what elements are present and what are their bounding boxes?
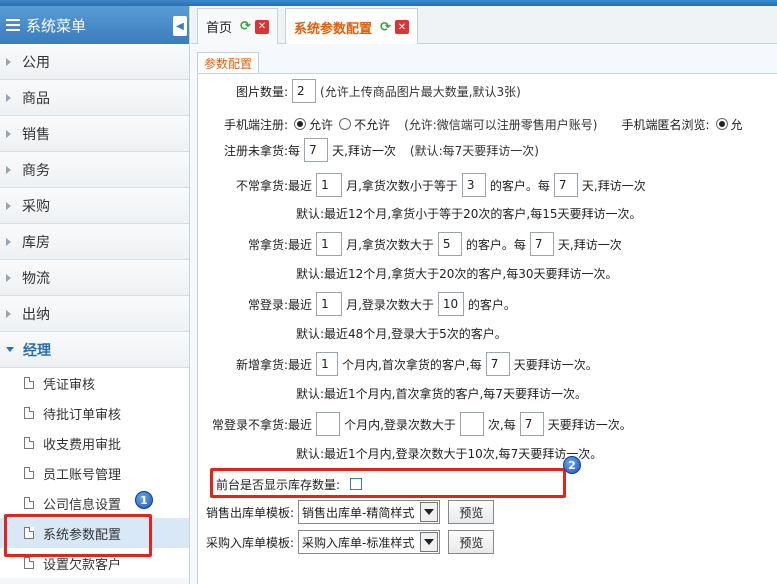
sidebar-item-expense-approval[interactable]: 收支费用审批 <box>0 428 189 458</box>
refresh-icon[interactable]: ⟳ <box>380 20 391 35</box>
radio-anon-allow[interactable] <box>715 118 728 130</box>
image-count-input[interactable]: 2 <box>292 79 317 103</box>
document-icon <box>24 557 34 569</box>
settings-form: 图片数量: 2 (允许上传商品图片最大数量,默认3张) 手机端注册: 允许 不允… <box>197 73 777 584</box>
sidebar-category-cashier[interactable]: 出纳 <box>0 296 189 332</box>
login-no-order-days-input[interactable]: 7 <box>519 412 544 436</box>
row-purchase-template: 采购入库单模板: 采购入库单-标准样式 预览 <box>206 530 495 554</box>
chevron-right-icon <box>6 57 11 66</box>
reg-no-order-days-input[interactable]: 7 <box>304 138 329 162</box>
sidebar-category-warehouse[interactable]: 库房 <box>0 224 189 260</box>
menu-icon <box>6 19 20 31</box>
row-image-count: 图片数量: 2 (允许上传商品图片最大数量,默认3张) <box>236 79 521 103</box>
regular-count-input[interactable]: 5 <box>437 232 462 256</box>
new-order-days-input[interactable]: 7 <box>485 352 510 376</box>
new-order-months-input[interactable]: 1 <box>316 352 339 376</box>
sidebar-header: 系统菜单 ◀ <box>0 6 189 44</box>
row-sales-template: 销售出库单模板: 销售出库单-精简样式 预览 <box>206 500 495 524</box>
radio-allow[interactable] <box>294 118 307 130</box>
sidebar-category-purchase[interactable]: 采购 <box>0 188 189 224</box>
sidebar-item-pending-orders[interactable]: 待批订单审核 <box>0 398 189 428</box>
login-no-order-count-input[interactable] <box>459 412 484 436</box>
login-no-order-months-input[interactable] <box>316 412 341 436</box>
sidebar-category-goods[interactable]: 商品 <box>0 80 189 116</box>
tab-system-params[interactable]: 系统参数配置 ⟳ ✕ <box>285 8 418 45</box>
regular-days-input[interactable]: 7 <box>529 232 554 256</box>
irregular-default: 默认:最近12个月,拿货小于等于20次的客户,每15天要拜访一次。 <box>296 207 642 221</box>
document-icon <box>24 407 34 419</box>
highlight-box-1 <box>4 514 152 557</box>
row-irregular-order: 不常拿货: 最近 1 月,拿货次数小于等于 3 的客户。每 7 天,拜访一次 <box>236 173 646 197</box>
chevron-down-icon <box>420 502 439 522</box>
chevron-right-icon <box>6 309 11 318</box>
document-icon <box>24 437 34 449</box>
purchase-template-select[interactable]: 采购入库单-标准样式 <box>298 530 441 554</box>
chevron-right-icon <box>6 273 11 282</box>
row-mobile-register: 手机端注册: 允许 不允许 (允许:微信端可以注册零售用户账号) 手机端匿名浏览… <box>224 117 743 132</box>
purchase-template-preview-button[interactable]: 预览 <box>448 530 495 554</box>
document-icon <box>24 467 34 479</box>
regular-default: 默认:最近12个月,拿货大于20次的客户,每30天要拜访一次。 <box>296 267 618 281</box>
chevron-down-icon <box>420 532 439 552</box>
close-icon[interactable]: ✕ <box>394 20 409 34</box>
sidebar-category-business[interactable]: 商务 <box>0 152 189 188</box>
sidebar-item-staff-accounts[interactable]: 员工账号管理 <box>0 458 189 488</box>
sidebar-category-public[interactable]: 公用 <box>0 44 189 80</box>
row-registered-no-order: 注册未拿货: 每 7 天,拜访一次 (默认:每7天要拜访一次) <box>224 138 539 162</box>
new-order-default: 默认:最近1个月内,首次拿货的客户,每7天要拜访一次。 <box>296 387 587 401</box>
tab-bar: 首页 ⟳ ✕ 系统参数配置 ⟳ ✕ <box>191 6 777 45</box>
irregular-count-input[interactable]: 3 <box>461 173 486 197</box>
highlight-box-2 <box>210 468 566 498</box>
row-frequent-login: 常登录: 最近 1 月,登录次数大于 10 的客户。 <box>248 292 516 316</box>
chevron-right-icon <box>6 93 11 102</box>
login-months-input[interactable]: 1 <box>316 292 343 316</box>
document-icon <box>24 377 34 389</box>
chevron-right-icon <box>6 201 11 210</box>
subtab-params[interactable]: 参数配置 <box>197 52 260 74</box>
login-no-order-default: 默认:最近1个月内,登录次数大于10次,每7天要拜访一次。 <box>296 447 603 461</box>
sales-template-select[interactable]: 销售出库单-精简样式 <box>298 500 441 524</box>
main-panel: 参数配置 图片数量: 2 (允许上传商品图片最大数量,默认3张) 手机端注册: … <box>191 44 777 584</box>
sidebar-category-sales[interactable]: 销售 <box>0 116 189 152</box>
refresh-icon[interactable]: ⟳ <box>240 19 251 34</box>
close-icon[interactable]: ✕ <box>254 19 269 34</box>
tab-home[interactable]: 首页 ⟳ ✕ <box>197 8 278 44</box>
login-count-input[interactable]: 10 <box>437 292 464 316</box>
regular-months-input[interactable]: 1 <box>316 232 343 256</box>
row-new-order: 新增拿货: 最近 1 个月内,首次拿货的客户,每 7 天要拜访一次。 <box>236 352 598 376</box>
sidebar-item-voucher-review[interactable]: 凭证审核 <box>0 368 189 398</box>
callout-badge-1: 1 <box>135 491 153 509</box>
collapse-sidebar-icon[interactable]: ◀ <box>173 16 187 36</box>
sidebar-category-manager[interactable]: 经理 <box>0 332 189 368</box>
callout-badge-2: 2 <box>563 456 581 474</box>
chevron-right-icon <box>6 129 11 138</box>
chevron-right-icon <box>6 237 11 246</box>
document-icon <box>24 497 34 509</box>
chevron-down-icon <box>6 347 14 352</box>
sidebar: 系统菜单 ◀ 公用 商品 销售 商务 采购 库房 物流 出纳 经理 凭证审核 待… <box>0 6 190 584</box>
radio-deny[interactable] <box>339 118 352 130</box>
irregular-months-input[interactable]: 1 <box>316 173 343 197</box>
row-login-no-order: 常登录不拿货: 最近 个月内,登录次数大于 次,每 7 天要拜访一次。 <box>212 412 632 436</box>
sidebar-category-logistics[interactable]: 物流 <box>0 260 189 296</box>
sales-template-preview-button[interactable]: 预览 <box>448 500 495 524</box>
row-regular-order: 常拿货: 最近 1 月,拿货次数大于 5 的客户。每 7 天,拜访一次 <box>248 232 622 256</box>
chevron-right-icon <box>6 165 11 174</box>
irregular-days-input[interactable]: 7 <box>553 173 578 197</box>
sidebar-title: 系统菜单 <box>26 16 87 35</box>
login-default: 默认:最近48个月,登录大于5次的客户。 <box>296 327 507 341</box>
